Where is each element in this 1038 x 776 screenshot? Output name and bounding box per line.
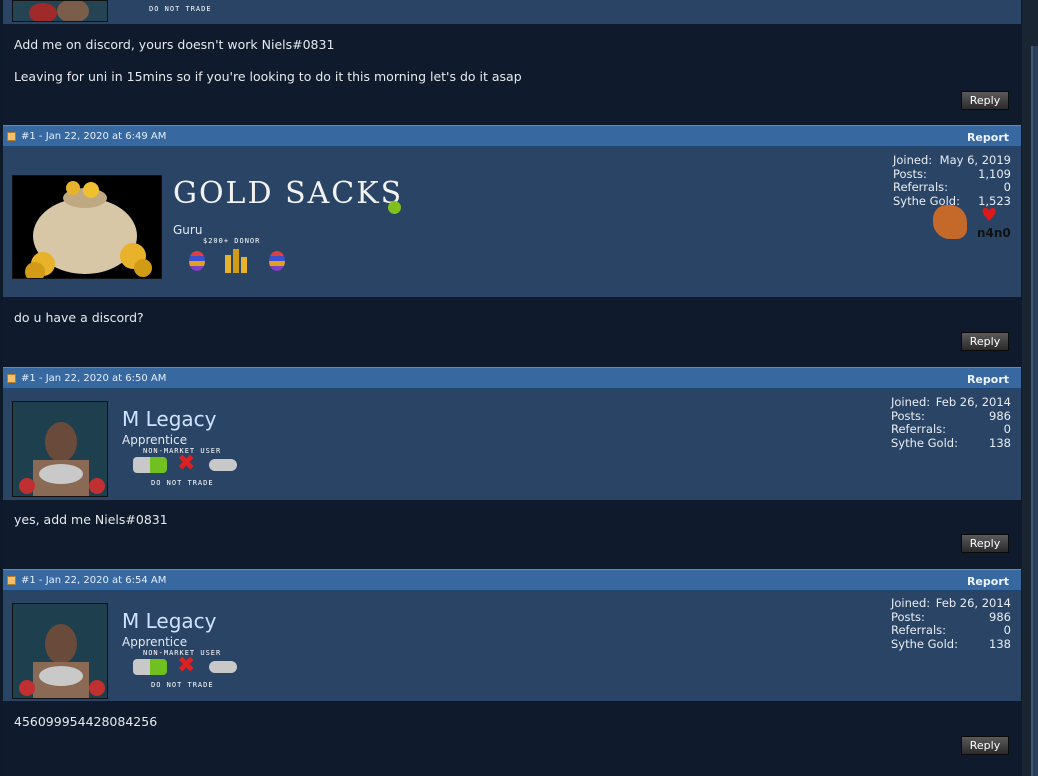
profile-strip: DO NOT TRADE: [3, 0, 1021, 24]
message: yes, add me Niels#0831: [14, 512, 168, 527]
avatar[interactable]: [12, 401, 108, 497]
stat-label: Referrals:: [893, 180, 949, 194]
egg-icon: [269, 251, 285, 271]
post-body: do u have a discord? Reply: [3, 297, 1021, 365]
stat-referrals: Referrals: 0: [891, 422, 1011, 437]
message: 456099954428084256: [14, 714, 158, 729]
do-not-trade-tag: DO NOT TRADE: [149, 5, 212, 13]
username[interactable]: M Legacy: [122, 407, 217, 431]
user-rank: Guru: [173, 223, 203, 237]
user-info: GOLD SACKS Guru $200+ DONOR Joined: May 6…: [3, 147, 1021, 297]
post-body: Add me on discord, yours doesn't work Ni…: [3, 24, 1021, 123]
post-number: #1 - Jan 22, 2020 at 6:50 AM: [7, 373, 166, 384]
report-link[interactable]: Report: [967, 575, 1009, 588]
username[interactable]: GOLD SACKS: [173, 176, 403, 211]
stat-value: Feb 26, 2014: [935, 395, 1011, 409]
stat-referrals: Referrals: 0: [891, 623, 1011, 638]
stat-label: Joined:: [893, 153, 933, 167]
close-icon: ✖: [177, 653, 196, 678]
reply-button[interactable]: Reply: [961, 332, 1009, 351]
report-link[interactable]: Report: [967, 373, 1009, 386]
stat-label: Referrals:: [891, 422, 947, 436]
stat-posts: Posts: 986: [891, 609, 1011, 625]
handshake-icon: [133, 457, 167, 473]
stat-posts: Posts: 986: [891, 408, 1011, 424]
side-badge: n4n0: [977, 226, 1011, 240]
stat-joined: Joined: Feb 26, 2014: [891, 596, 1011, 611]
stat-gold: Sythe Gold: 138: [891, 435, 1011, 451]
stat-label: Posts:: [893, 166, 927, 181]
user-info: M Legacy Apprentice NON-MARKET USER ✖ DO…: [3, 389, 1021, 500]
stat-label: Joined:: [891, 395, 931, 409]
user-rank: Apprentice: [122, 433, 188, 447]
egg-icon: [189, 251, 205, 271]
stat-label: Posts:: [891, 408, 925, 423]
post-number: #1 - Jan 22, 2020 at 6:49 AM: [7, 131, 166, 142]
stat-value: 138: [989, 435, 1011, 450]
squirrel-icon: [933, 205, 967, 239]
stat-value: 986: [989, 408, 1011, 423]
post-header: #1 - Jan 22, 2020 at 6:50 AM Report: [3, 367, 1021, 389]
avatar[interactable]: [12, 175, 162, 279]
stat-joined: Joined: Feb 26, 2014: [891, 395, 1011, 410]
heart-icon: ♥: [981, 205, 998, 226]
user-stats: Joined: May 6, 2019 Posts: 1,109 Referrals…: [893, 153, 1011, 208]
user-info: M Legacy Apprentice NON-MARKET USER ✖ DO…: [3, 591, 1021, 701]
message-line-1: Add me on discord, yours doesn't work Ni…: [14, 37, 335, 52]
online-status-icon: [388, 201, 401, 214]
stat-label: Posts:: [891, 609, 925, 624]
close-icon: ✖: [177, 451, 196, 476]
post-date: #1 - Jan 22, 2020 at 6:50 AM: [21, 373, 167, 384]
stat-value: May 6, 2019: [939, 153, 1011, 167]
gold-coins-icon: [221, 247, 253, 273]
message-line-2: Leaving for uni in 15mins so if you're l…: [14, 69, 522, 84]
do-not-trade-tag: DO NOT TRADE: [151, 681, 214, 689]
scrollbar-track[interactable]: [1031, 46, 1038, 776]
post-number: #1 - Jan 22, 2020 at 6:54 AM: [7, 575, 166, 586]
donor-badge-label: $200+ DONOR: [203, 237, 261, 245]
stat-posts: Posts: 1,109: [893, 166, 1011, 182]
post-header: #1 - Jan 22, 2020 at 6:49 AM Report: [3, 125, 1021, 147]
post-icon: [7, 374, 16, 383]
username[interactable]: M Legacy: [122, 609, 217, 633]
stat-label: Sythe Gold:: [891, 636, 958, 651]
post-body: yes, add me Niels#0831 Reply: [3, 500, 1021, 567]
user-stats: Joined: Feb 26, 2014 Posts: 986 Referrals:…: [891, 596, 1011, 652]
stat-value: 986: [989, 609, 1011, 624]
post-body: 456099954428084256 Reply: [3, 701, 1021, 776]
user-rank: Apprentice: [122, 635, 188, 649]
stat-joined: Joined: May 6, 2019: [893, 153, 1011, 168]
post-header: #1 - Jan 22, 2020 at 6:54 AM Report: [3, 569, 1021, 591]
stat-value: 0: [1003, 180, 1011, 194]
message: do u have a discord?: [14, 310, 144, 325]
reply-button[interactable]: Reply: [961, 91, 1009, 110]
post-icon: [7, 576, 16, 585]
stat-value: 138: [989, 636, 1011, 651]
stat-referrals: Referrals: 0: [893, 180, 1011, 195]
stat-value: Feb 26, 2014: [935, 596, 1011, 610]
handshake-icon: [133, 659, 167, 675]
reply-button[interactable]: Reply: [961, 534, 1009, 553]
post-icon: [7, 132, 16, 141]
hand-icon: [209, 459, 237, 471]
reply-button[interactable]: Reply: [961, 736, 1009, 755]
avatar[interactable]: [12, 603, 108, 699]
stat-gold: Sythe Gold: 138: [891, 636, 1011, 652]
post-date: #1 - Jan 22, 2020 at 6:49 AM: [21, 131, 167, 142]
avatar[interactable]: [12, 0, 108, 22]
stat-label: Sythe Gold:: [891, 435, 958, 450]
stat-label: Referrals:: [891, 623, 947, 637]
stat-label: Joined:: [891, 596, 931, 610]
do-not-trade-tag: DO NOT TRADE: [151, 479, 214, 487]
report-link[interactable]: Report: [967, 131, 1009, 144]
user-stats: Joined: Feb 26, 2014 Posts: 986 Referrals:…: [891, 395, 1011, 451]
stat-value: 1,109: [978, 166, 1011, 181]
hand-icon: [209, 661, 237, 673]
scrollbar[interactable]: [1022, 0, 1038, 776]
stat-value: 0: [1003, 623, 1011, 637]
post-date: #1 - Jan 22, 2020 at 6:54 AM: [21, 575, 167, 586]
stat-value: 0: [1003, 422, 1011, 436]
